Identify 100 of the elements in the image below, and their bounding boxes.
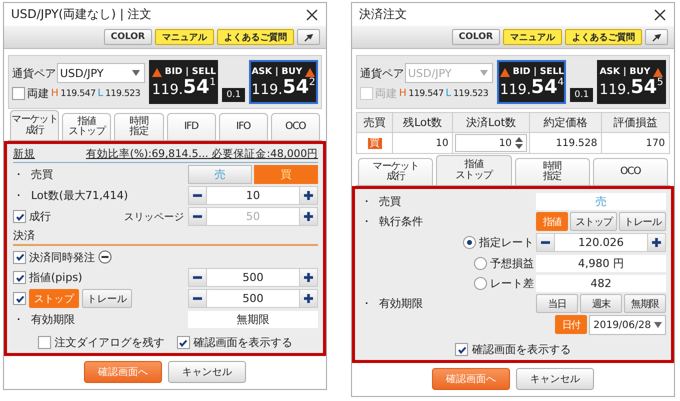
minus-icon xyxy=(193,276,202,280)
date-select[interactable]: 2019/06/28 xyxy=(589,315,666,335)
toolbar-button[interactable]: COLOR xyxy=(452,29,500,45)
spread-value: 0.1 xyxy=(570,88,593,102)
field-label: 成行 xyxy=(29,209,51,224)
radio-button[interactable] xyxy=(463,236,476,249)
checkbox[interactable] xyxy=(455,343,468,356)
section-title: 決済 xyxy=(13,229,35,242)
spread-value: 0.1 xyxy=(222,88,245,102)
checkbox[interactable] xyxy=(176,336,190,349)
order-type-tab[interactable]: IFD xyxy=(166,113,216,140)
collapse-icon[interactable] xyxy=(98,250,112,264)
option-button[interactable]: トレール xyxy=(82,289,132,308)
toolbar-button[interactable]: COLOR xyxy=(104,29,152,45)
checkbox-label: 注文ダイアログを残す xyxy=(54,335,164,350)
pin-icon xyxy=(304,32,313,42)
minus-button[interactable] xyxy=(189,269,206,286)
plus-button[interactable] xyxy=(648,234,665,251)
minus-button[interactable] xyxy=(189,290,206,307)
dialog-button[interactable]: キャンセル xyxy=(516,368,594,390)
pin-button[interactable] xyxy=(297,29,320,45)
close-icon[interactable] xyxy=(306,8,318,20)
currency-pair-select[interactable]: USD/JPY xyxy=(57,63,146,83)
order-type-tab[interactable]: マーケット 成行 xyxy=(10,110,60,140)
pin-button[interactable] xyxy=(645,29,668,45)
high-price: 119.547 xyxy=(60,88,96,98)
pair-label: 通貨ペア xyxy=(12,66,56,80)
low-price: 119.523 xyxy=(453,88,488,98)
caret-icon xyxy=(654,322,662,328)
toolbar-button[interactable]: よくあるご質問 xyxy=(217,29,294,45)
minus-button[interactable] xyxy=(537,234,554,251)
plus-icon xyxy=(304,273,313,282)
field-label: ・ 執行条件 xyxy=(361,214,423,229)
value-field: 4,980 円 xyxy=(536,254,666,272)
up-triangle-icon xyxy=(500,68,510,76)
plus-button[interactable] xyxy=(300,187,317,204)
option-button[interactable]: トレール xyxy=(619,212,666,231)
radio-button[interactable] xyxy=(474,276,487,290)
toolbar-button[interactable]: マニュアル xyxy=(155,29,214,45)
low-price: 119.523 xyxy=(105,88,140,98)
column-header: 残Lot数 xyxy=(392,112,453,132)
toolbar-button[interactable]: よくあるご質問 xyxy=(565,29,642,45)
plus-button[interactable] xyxy=(300,290,317,307)
table-cell: 10 xyxy=(392,132,453,154)
field-label: 決済同時発注 xyxy=(29,250,95,264)
plus-icon xyxy=(652,238,661,247)
high-price: 119.547 xyxy=(408,88,444,98)
option-button[interactable]: 週末 xyxy=(580,294,622,313)
hedge-checkbox[interactable] xyxy=(12,87,25,100)
radio-button[interactable] xyxy=(474,256,487,270)
pair-label: 通貨ペア xyxy=(360,66,404,80)
caret-icon xyxy=(480,70,488,76)
spinner-icon xyxy=(514,135,524,151)
checkbox[interactable] xyxy=(13,250,26,264)
caret-icon xyxy=(132,70,140,76)
margin-info: 有効比率(%):69,814.5... 必要保証金:48,000円 xyxy=(86,147,318,161)
order-type-tab[interactable]: OCO xyxy=(270,113,320,140)
option-button[interactable]: ストップ xyxy=(570,212,618,231)
up-triangle-icon xyxy=(305,68,316,76)
radio-label: 予想損益 xyxy=(490,256,534,270)
plus-button[interactable] xyxy=(300,269,317,286)
field-label: ・ 売買 xyxy=(13,167,53,182)
bid-label: BID | SELL xyxy=(512,67,564,77)
window-title: USD/JPY(両建なし) | 注文 xyxy=(11,6,152,23)
dialog-button[interactable]: キャンセル xyxy=(168,361,246,383)
value-field: 無期限 xyxy=(188,310,318,328)
buy-badge: 買 xyxy=(368,138,382,149)
minus-button[interactable] xyxy=(189,208,206,225)
low-label: L xyxy=(446,88,452,99)
order-type-tab[interactable]: OCO xyxy=(592,158,668,185)
order-type-tab[interactable]: 時間 指定 xyxy=(114,113,164,140)
ask-label: ASK | BUY xyxy=(600,67,650,77)
column-header: 決済Lot数 xyxy=(452,112,530,132)
high-label: H xyxy=(51,88,59,99)
bid-label: BID | SELL xyxy=(164,67,216,77)
checkbox[interactable] xyxy=(13,292,26,305)
checkbox[interactable] xyxy=(13,271,26,284)
close-icon[interactable] xyxy=(654,8,666,20)
minus-icon xyxy=(193,194,202,198)
minus-button[interactable] xyxy=(189,187,206,204)
field-label: ・ 有効期限 xyxy=(361,296,423,311)
order-type-tab[interactable]: IFO xyxy=(218,113,268,140)
order-type-tab[interactable]: 時間 指定 xyxy=(514,158,590,185)
plus-icon xyxy=(304,191,313,200)
table-cell: 119.528 xyxy=(529,132,602,154)
checkbox[interactable] xyxy=(38,336,50,349)
option-button[interactable]: 当日 xyxy=(536,294,578,313)
option-button[interactable]: 無期限 xyxy=(624,294,666,313)
lot-input-field[interactable]: 10 xyxy=(455,134,527,152)
plus-icon xyxy=(304,212,313,221)
toolbar-button[interactable]: マニュアル xyxy=(503,29,562,45)
up-triangle-icon xyxy=(653,68,664,76)
order-type-tab[interactable]: 指値 ストップ xyxy=(436,155,512,185)
radio-label: 指定レート xyxy=(479,235,534,250)
plus-button[interactable] xyxy=(300,208,317,225)
pin-icon xyxy=(652,32,661,42)
plus-icon xyxy=(304,294,313,303)
order-type-tab[interactable]: マーケット 成行 xyxy=(358,158,434,185)
order-type-tab[interactable]: 指値 ストップ xyxy=(62,113,112,140)
column-header: 売買 xyxy=(356,112,392,132)
